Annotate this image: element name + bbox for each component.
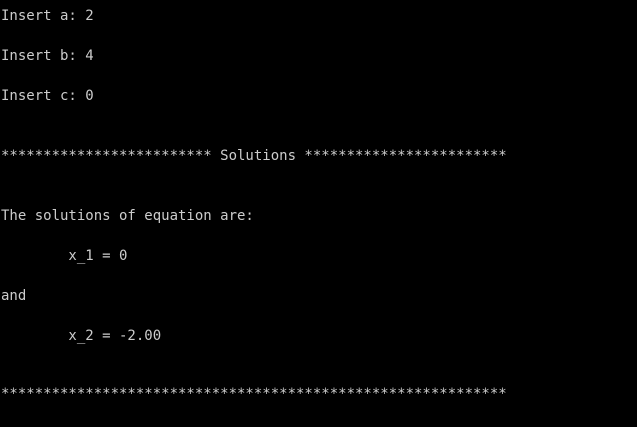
footer-separator: ****************************************… [1, 386, 507, 402]
console-window[interactable]: Insert a: 2 Insert b: 4 Insert c: 0 ****… [0, 0, 637, 427]
solutions-header: ************************* Solutions ****… [1, 148, 507, 164]
prompt-b-line: Insert b: 4 [1, 48, 94, 64]
prompt-c-line: Insert c: 0 [1, 88, 94, 104]
solution-x2: x_2 = -2.00 [1, 328, 162, 344]
solution-x1: x_1 = 0 [1, 248, 128, 264]
solutions-intro: The solutions of equation are: [1, 208, 254, 224]
prompt-a-line: Insert a: 2 [1, 8, 94, 24]
and-line: and [1, 288, 27, 304]
